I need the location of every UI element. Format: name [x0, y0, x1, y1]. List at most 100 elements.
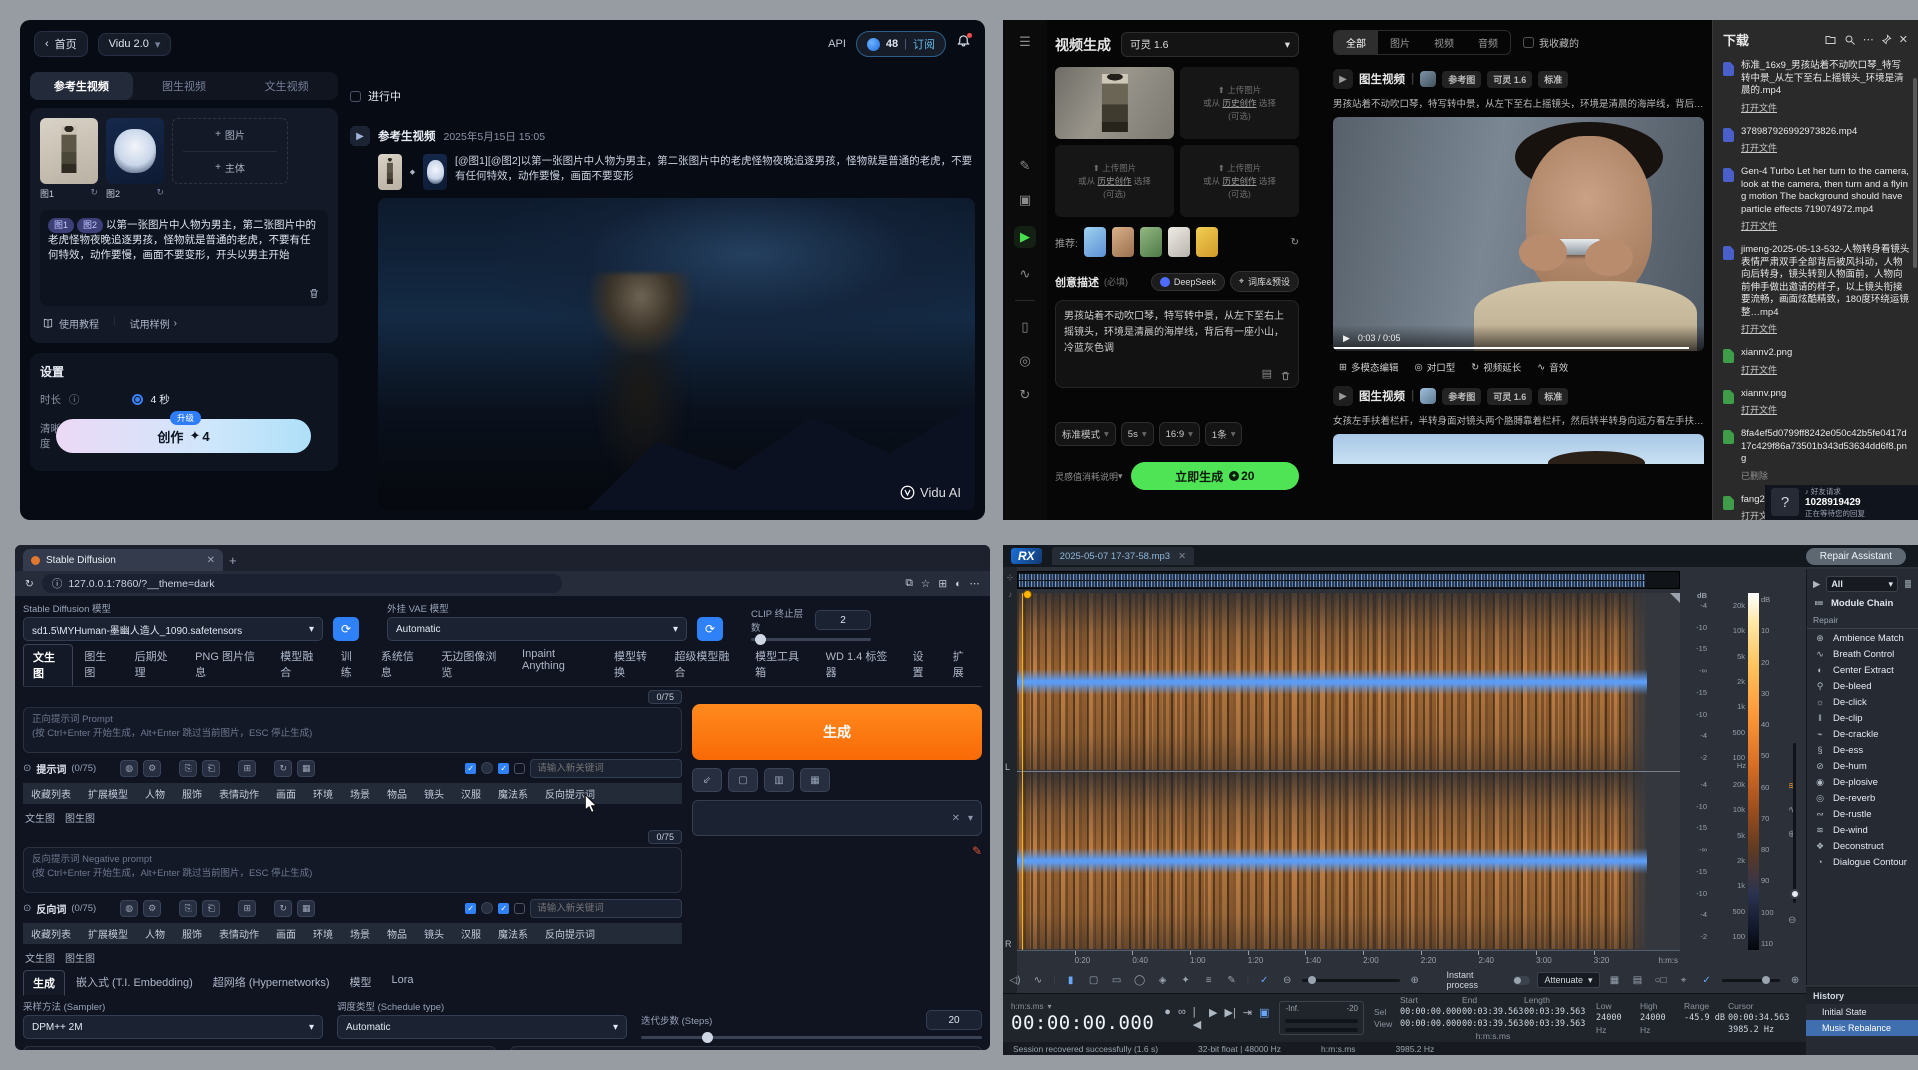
download-item[interactable]: xiannv.png 打开文件 — [1713, 383, 1918, 424]
refresh-vae-button[interactable]: ⟳ — [697, 617, 723, 641]
helper-icon-f[interactable]: ↻ — [274, 760, 292, 777]
record-button[interactable]: ● — [1164, 1006, 1171, 1031]
generation-tab[interactable]: 模型 — [341, 970, 381, 996]
spectrogram-view[interactable] — [1017, 593, 1680, 950]
timeline-ruler[interactable]: 0:200:401:001:201:402:002:202:403:003:20… — [1017, 950, 1680, 965]
video-tool-icon[interactable]: ▶ — [1014, 226, 1036, 248]
spectrogram-colorbar[interactable] — [1748, 593, 1759, 950]
waveform-icon[interactable]: ∿ — [1030, 975, 1046, 986]
helper-icon-a[interactable]: ◍ — [120, 900, 138, 917]
card-action-button[interactable]: ⊞多模态编辑 — [1333, 360, 1404, 374]
freq-selection-tool[interactable]: ▢ — [1086, 975, 1102, 986]
audio-tool-icon[interactable]: ∿ — [1020, 266, 1031, 282]
repair-assistant-button[interactable]: Repair Assistant — [1806, 548, 1906, 565]
refresh-icon[interactable]: ↻ — [25, 578, 34, 590]
mode-tab[interactable]: 图生视频 — [133, 72, 236, 100]
category-tab[interactable]: 镜头 — [416, 783, 452, 804]
category-tab[interactable]: 反向提示词 — [537, 923, 603, 944]
reference-image-1[interactable] — [40, 118, 98, 184]
subtab[interactable]: 图生图 — [65, 810, 95, 825]
search-icon[interactable] — [1844, 34, 1856, 46]
deepseek-button[interactable]: DeepSeek — [1151, 273, 1225, 291]
tutorial-link[interactable]: 使用教程 — [42, 316, 99, 331]
module-filter[interactable]: All▾ — [1826, 576, 1898, 592]
download-action[interactable]: 打开文件 — [1741, 141, 1777, 154]
download-item[interactable]: 标准_16x9_男孩站着不动吹口琴_特写转中景_从左下至右上摇镜头_环境是清晨的… — [1713, 55, 1918, 121]
category-tab[interactable]: 魔法系 — [490, 923, 536, 944]
sampler-dropdown[interactable]: DPM++ 2M▾ — [23, 1015, 323, 1039]
generate-button[interactable]: 生成 — [692, 704, 982, 760]
helper-icon-b[interactable]: ⚙ — [143, 760, 161, 777]
gallery-tab[interactable]: 全部 — [1334, 31, 1378, 54]
recommend-thumb[interactable] — [1140, 227, 1162, 257]
category-tab[interactable]: 扩展模型 — [80, 923, 136, 944]
model-dropdown[interactable]: sd1.5\MYHuman-墨幽人造人_1090.safetensors▾ — [23, 617, 323, 641]
module-item[interactable]: ⊘ De-hum — [1807, 758, 1918, 774]
download-action[interactable]: 打开文件 — [1741, 403, 1777, 416]
category-tab[interactable]: 表情动作 — [211, 923, 267, 944]
check-c[interactable] — [514, 903, 525, 914]
recommend-thumb[interactable] — [1084, 227, 1106, 257]
mode-tab[interactable]: 文生视频 — [235, 72, 338, 100]
prompt-chip[interactable]: 图1 — [48, 218, 74, 233]
sd-tab[interactable]: PNG 图片信息 — [186, 644, 269, 686]
category-tab[interactable]: 汉服 — [453, 923, 489, 944]
download-action[interactable]: 打开文件 — [1741, 363, 1777, 376]
sd-tab[interactable]: WD 1.4 标签器 — [817, 644, 902, 686]
category-tab[interactable]: 镜头 — [416, 923, 452, 944]
file-tab[interactable]: 2025-05-07 17-37-58.mp3✕ — [1052, 547, 1194, 565]
category-tab[interactable]: 人物 — [137, 923, 173, 944]
menu-icon[interactable]: ☰ — [1019, 34, 1031, 50]
generated-video[interactable]: ▶ 0:03 / 0:05 — [1333, 117, 1704, 351]
check-b[interactable]: ✓ — [498, 903, 509, 914]
generate-button[interactable]: 立即生成 ✦20 — [1131, 462, 1299, 490]
subtab[interactable]: 文生图 — [25, 950, 55, 965]
duration-radio[interactable] — [132, 394, 143, 405]
trash-icon[interactable] — [308, 287, 320, 300]
menu-icon[interactable]: ⋯ — [970, 578, 981, 590]
confirm-icon[interactable]: ✓ — [1699, 975, 1715, 986]
forward-button[interactable]: ⇥ — [1243, 1006, 1252, 1031]
loop-button[interactable]: ∞ — [1178, 1006, 1186, 1031]
option-select[interactable]: 5s▾ — [1121, 422, 1154, 446]
negative-textarea[interactable]: 反向提示词 Negative prompt (按 Ctrl+Enter 开始生成… — [23, 847, 682, 893]
ref-thumb-2[interactable] — [423, 154, 447, 190]
brush-icon[interactable]: ✎ — [972, 844, 982, 858]
collapse-icon[interactable]: ⊙ — [23, 903, 31, 914]
download-item[interactable]: xiannv2.png 打开文件 — [1713, 342, 1918, 383]
attenuate-dropdown[interactable]: Attenuate▾ — [1537, 972, 1599, 988]
play-module-icon[interactable]: ▶ — [1813, 579, 1820, 590]
upload-cell[interactable]: ⬆ 上传图片 或从 历史创作 选择 (可选) — [1055, 145, 1174, 217]
marker-icon[interactable]: ⊹ — [1007, 573, 1014, 582]
browser-tab[interactable]: Stable Diffusion ✕ — [23, 549, 223, 571]
sd-tab[interactable]: 文生图 — [23, 644, 73, 686]
card-action-button[interactable]: ◎对口型 — [1408, 360, 1461, 374]
sd-tab[interactable]: 后期处理 — [126, 644, 184, 686]
download-action[interactable]: 打开文件 — [1741, 101, 1777, 114]
note-icon[interactable]: ♪ — [1008, 590, 1012, 599]
harmonics-tool[interactable]: ≡ — [1201, 975, 1217, 986]
layout-icon[interactable]: ▤ — [1630, 975, 1646, 986]
helper-icon-c[interactable]: ⎘ — [179, 760, 197, 777]
draw-icon[interactable]: ✎ — [1020, 158, 1031, 174]
history-link[interactable]: 历史创作 — [1097, 176, 1131, 186]
history-item[interactable]: Initial State — [1806, 1004, 1918, 1020]
module-item[interactable]: ⚲ De-bleed — [1807, 678, 1918, 694]
trash-button[interactable]: ▥ — [764, 768, 794, 792]
extensions-icon[interactable]: ⊞ — [938, 578, 947, 590]
playhead[interactable] — [1022, 593, 1023, 950]
play-icon[interactable]: ▶ — [1343, 333, 1350, 344]
zoom-in-icon[interactable]: ⊕ — [1407, 975, 1423, 986]
reference-thumb[interactable] — [1420, 388, 1436, 404]
helper-icon-b[interactable]: ⚙ — [143, 900, 161, 917]
zoom-slider[interactable] — [1793, 743, 1796, 903]
generation-tab[interactable]: 生成 — [23, 970, 65, 996]
split-icon[interactable]: ⧉ — [905, 577, 913, 590]
api-link[interactable]: API — [828, 38, 846, 50]
module-item[interactable]: ∿ Breath Control — [1807, 646, 1918, 662]
model-select[interactable]: 可灵 1.6▾ — [1121, 32, 1299, 57]
subtab[interactable]: 文生图 — [25, 810, 55, 825]
helper-icon-c[interactable]: ⎘ — [179, 900, 197, 917]
style-button[interactable]: ▦ — [800, 768, 830, 792]
download-action[interactable]: 打开文件 — [1741, 322, 1777, 335]
